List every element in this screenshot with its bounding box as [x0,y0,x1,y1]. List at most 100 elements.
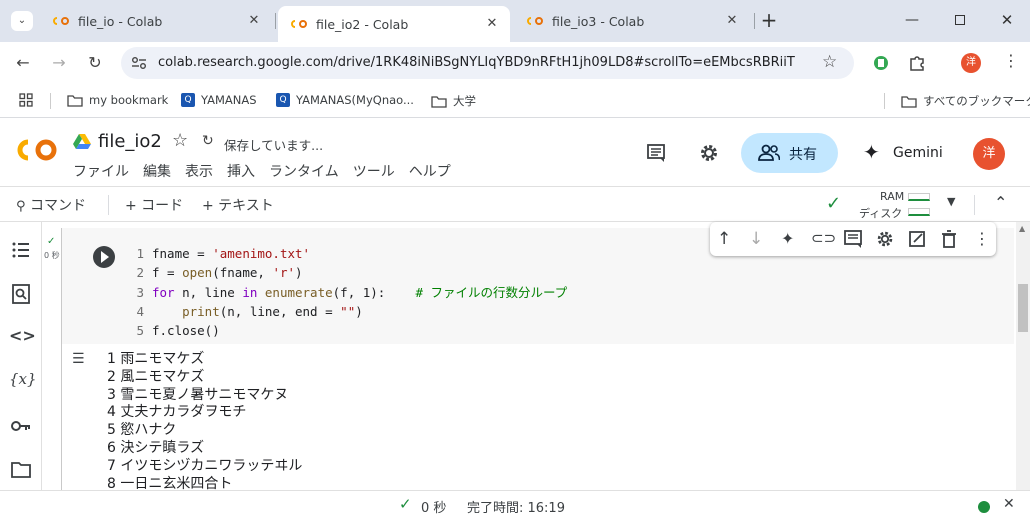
move-up-arrow-icon[interactable]: ↑ [717,229,737,249]
colab-logo-icon [527,17,543,26]
url-text: colab.research.google.com/drive/1RK48iNi… [158,55,795,70]
command-label: コマンド [29,198,86,214]
gear-icon[interactable] [698,142,720,164]
menu-view[interactable]: 表示 [185,161,213,181]
tab-file-io[interactable]: file_io - Colab ✕ [40,6,272,36]
files-folder-icon[interactable] [9,458,33,482]
output-line: 4 丈夫ナカラダヲモチ [107,404,247,421]
output-line: 2 風ニモマケズ [107,368,205,385]
star-icon[interactable]: ☆ [172,130,188,151]
open-in-tab-icon[interactable] [907,229,927,249]
code-line: 2f = open(fname, 'r') [122,263,567,282]
maximize-icon[interactable] [945,8,975,32]
tab-title: file_io - Colab [78,13,163,29]
status-bar: ✓ 0 秒 完了時間: 16:19 ✕ [0,490,1030,520]
exec-check-icon: ✓ [47,236,56,247]
tab-title: file_io3 - Colab [552,13,645,29]
extension-green-icon[interactable] [873,55,889,71]
browser-tab-strip: ⌄ file_io - Colab ✕ file_io2 - Colab ✕ f… [0,0,1030,42]
tab-file-io3[interactable]: file_io3 - Colab ✕ [514,6,750,36]
menu-insert[interactable]: 挿入 [227,161,255,181]
address-bar[interactable]: colab.research.google.com/drive/1RK48iNi… [121,47,854,79]
find-replace-icon[interactable] [9,282,33,306]
disk-bar [908,208,930,216]
trash-icon[interactable] [939,229,959,249]
output-line: 3 雪ニモ夏ノ暑サニモマケヌ [107,386,289,403]
comment-icon[interactable] [843,229,863,249]
link-icon[interactable]: ⊂⊃ [811,229,836,249]
site-info-icon[interactable] [131,56,147,70]
more-vert-icon[interactable]: ⋮ [974,229,994,249]
secrets-key-icon[interactable] [9,414,33,438]
chevron-down-icon[interactable]: ▼ [947,195,955,208]
cmd-divider [108,195,109,215]
line-number: 5 [136,323,144,339]
bookmark-daigaku[interactable]: 大学 [431,93,476,109]
folder-icon [67,94,83,107]
share-label: 共有 [789,147,817,163]
gemini-button[interactable]: Gemini [893,145,943,161]
close-icon[interactable]: ✕ [484,16,500,32]
gear-icon[interactable] [875,229,895,249]
notebook-title[interactable]: file_io2 [98,131,162,152]
bookmark-yamanas[interactable]: Q YAMANAS [181,93,257,107]
scrollbar[interactable]: ▲ [1016,222,1030,490]
extensions-puzzle-icon[interactable] [908,54,926,72]
add-text-button[interactable]: + テキスト [202,195,274,215]
bookmark-yamanas-myqnao[interactable]: Q YAMANAS(MyQnao... [276,93,414,107]
apps-grid-icon[interactable] [19,93,33,107]
disk-label: ディスク [859,207,903,220]
gemini-sparkle-icon[interactable]: ✦ [781,229,801,249]
menu-runtime[interactable]: ランタイム [269,161,339,181]
reload-icon[interactable]: ↻ [83,51,107,75]
window-close-icon[interactable]: ✕ [992,8,1022,32]
output-toggle-icon[interactable]: ☰ [72,351,85,367]
code-snippets-icon[interactable]: <> [9,326,36,350]
google-drive-icon [73,134,91,149]
profile-avatar[interactable]: 洋 [961,53,981,73]
menu-help[interactable]: ヘルプ [409,161,451,181]
back-arrow-icon[interactable]: ← [11,51,35,75]
cell-output: ☰ 1 雨ニモマケズ 2 風ニモマケズ 3 雪ニモ夏ノ暑サニモマケヌ 4 丈夫ナカラダ… [62,344,1014,492]
menu-edit[interactable]: 編集 [143,161,171,181]
new-tab-plus-icon[interactable]: + [758,9,780,31]
exec-time: 0 秒 [44,251,60,260]
code-editor[interactable]: 1 fname = 'amenimo.txt' 2 f = open(fname, '… [122,244,567,340]
move-down-arrow-icon[interactable]: ↓ [749,229,769,249]
more-vert-icon[interactable]: ⋮ [1003,51,1019,70]
resource-monitor[interactable]: RAM ディスク [856,188,934,220]
minimize-icon[interactable]: — [897,8,927,32]
table-of-contents-icon[interactable] [9,238,33,262]
tab-divider [754,13,755,29]
forward-arrow-icon[interactable]: → [47,51,71,75]
variables-icon[interactable]: {x} [9,370,37,394]
close-icon[interactable]: ✕ [1003,496,1015,512]
all-bookmarks[interactable]: すべてのブックマーク [901,93,1030,109]
code-line: 1 fname = 'amenimo.txt' [122,244,567,263]
scroll-up-arrow-icon[interactable]: ▲ [1019,224,1025,233]
menu-tools[interactable]: ツール [353,161,395,181]
tab-search-button[interactable]: ⌄ [11,11,33,31]
scrollbar-thumb[interactable] [1018,284,1028,332]
close-icon[interactable]: ✕ [246,13,262,29]
add-code-button[interactable]: + コード [125,195,183,215]
bookmark-my-bookmark[interactable]: my bookmark [67,93,168,107]
play-icon [101,251,109,263]
tab-file-io2[interactable]: file_io2 - Colab ✕ [278,6,510,42]
bookmark-star-icon[interactable]: ☆ [822,52,837,72]
account-avatar[interactable]: 洋 [973,138,1005,170]
chevron-up-icon[interactable]: ⌃ [994,193,1007,212]
command-palette-button[interactable]: ⚲ コマンド [16,195,86,215]
yamanas-logo-icon: Q [276,93,290,107]
menu-file[interactable]: ファイル [73,161,129,181]
line-number: 2 [136,265,144,281]
connected-check-icon: ✓ [826,193,842,214]
bookmark-divider [884,93,885,109]
colab-logo-icon[interactable] [16,138,58,162]
close-icon[interactable]: ✕ [724,13,740,29]
bookmark-label: YAMANAS(MyQnao... [296,93,414,107]
menu-bar: ファイル 編集 表示 挿入 ランタイム ツール ヘルプ [73,161,465,181]
comment-icon[interactable] [646,143,666,163]
share-button[interactable]: 共有 [741,133,838,173]
cell-toolbar: ↑ ↓ ✦ ⊂⊃ ⋮ [710,222,996,256]
